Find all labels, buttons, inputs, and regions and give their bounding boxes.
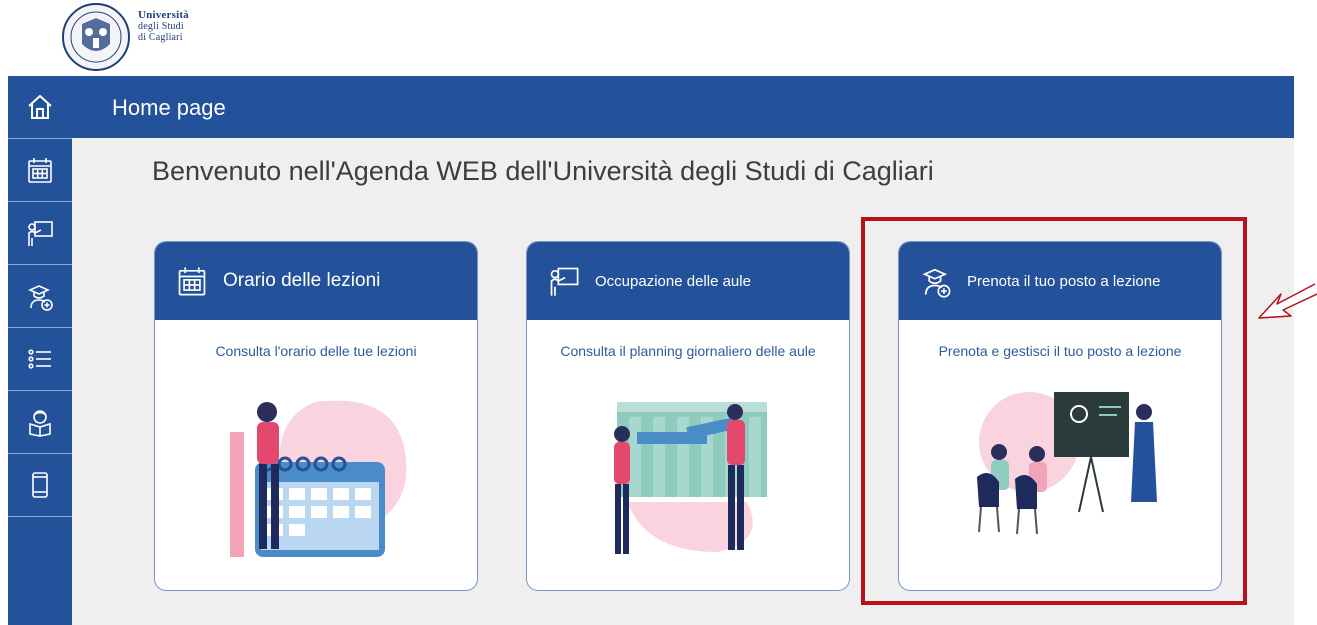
university-seal-icon (62, 3, 130, 71)
sidebar-item-home[interactable] (8, 76, 72, 139)
arrow-icon (1258, 283, 1317, 319)
highlight-box (861, 217, 1247, 605)
logo-line-3: di Cagliari (138, 32, 183, 43)
header-bar: Home page (72, 76, 1294, 138)
page-title: Home page (112, 95, 226, 120)
calendar-illustration (230, 400, 407, 557)
mobile-phone-icon (32, 472, 48, 498)
home-icon (28, 94, 52, 119)
sidebar-item-calendar[interactable] (8, 139, 72, 202)
teacher-board-icon (28, 221, 53, 246)
student-add-icon (28, 285, 53, 311)
teacher-board-icon (550, 267, 579, 296)
reader-icon (29, 410, 51, 437)
sidebar-item-classrooms[interactable] (8, 202, 72, 265)
sidebar-item-booking[interactable] (8, 265, 72, 328)
sidebar (8, 76, 72, 625)
card-title: Occupazione delle aule (595, 272, 751, 290)
sidebar-item-reader[interactable] (8, 391, 72, 454)
calendar-icon (28, 158, 52, 183)
card-header: Occupazione delle aule (527, 242, 849, 320)
card-description: Consulta il planning giornaliero delle a… (560, 343, 816, 359)
list-icon (28, 349, 51, 369)
card-description: Consulta l'orario delle tue lezioni (215, 343, 417, 359)
card-occupazione-aule[interactable]: Occupazione delle aule Consulta il plann… (526, 241, 850, 591)
logo-line-1: Università (138, 9, 189, 21)
welcome-heading: Benvenuto nell'Agenda WEB dell'Universit… (152, 156, 934, 186)
classroom-planning-illustration (614, 402, 767, 554)
logo-line-2: degli Studi (138, 21, 184, 32)
calendar-icon (178, 267, 206, 296)
card-header: Orario delle lezioni (155, 242, 477, 320)
card-orario-lezioni[interactable]: Orario delle lezioni Consulta l'orario d… (154, 241, 478, 591)
card-title: Orario delle lezioni (223, 270, 381, 291)
sidebar-item-mobile[interactable] (8, 454, 72, 517)
sidebar-item-list[interactable] (8, 328, 72, 391)
university-logo[interactable]: Università degli Studi di Cagliari (60, 0, 360, 76)
